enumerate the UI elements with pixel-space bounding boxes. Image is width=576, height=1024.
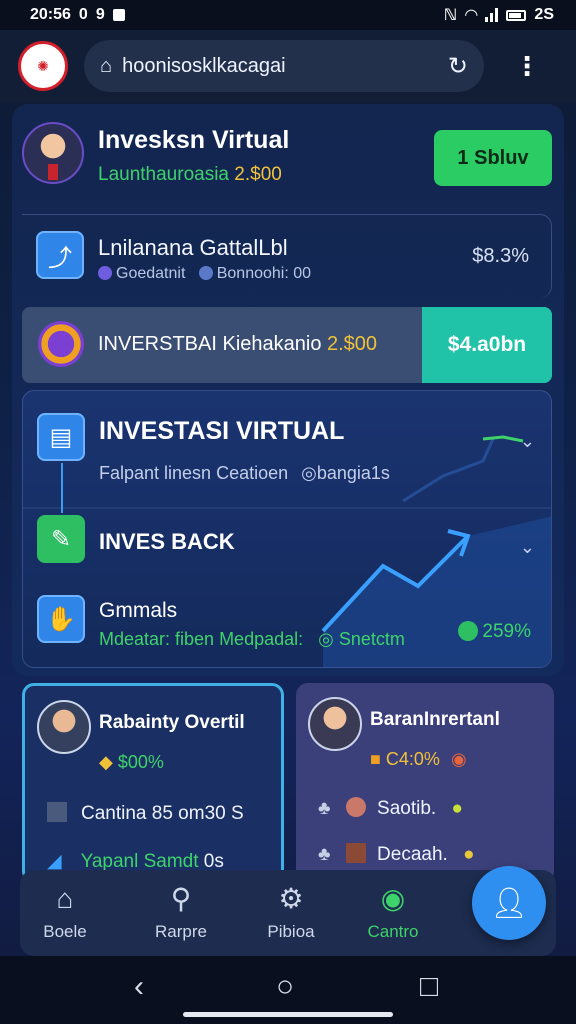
connector-line [61, 463, 63, 513]
profile-amount: 2.$00 [234, 164, 282, 185]
nav-account[interactable]: ◉ Cantro [348, 882, 438, 942]
investment-card: ▤ INVESTASI VIRTUAL ⌄ Falpant linesn Cea… [22, 390, 552, 668]
info-icon: ● [451, 798, 463, 819]
refresh-icon[interactable]: ↻ [448, 52, 468, 81]
returns-percent: 259% [458, 621, 531, 643]
returns-subtitle: Mdeatar: fiben Medpadal: ◎ Snetctm [99, 629, 405, 649]
overflow-menu-icon[interactable]: ⋮ [514, 53, 540, 79]
gear-icon: ⚙ [278, 883, 304, 914]
coin-icon [98, 266, 112, 280]
store-icon [345, 843, 366, 863]
investment-subtitle: Falpant linesn Ceatioen ◎bangia1s [99, 463, 390, 483]
card-left-row-1: Cantina 85 om30 S [47, 802, 244, 825]
home-icon[interactable]: ⌂ [100, 55, 112, 78]
avatar [308, 697, 362, 751]
coin-icon [458, 621, 479, 641]
alert-icon: ◉ [450, 749, 467, 769]
profile-fab-button[interactable]: 👤︎ [472, 866, 546, 940]
url-text[interactable]: hoonisosklkacagai [122, 55, 448, 78]
thumb-icon: ♣ [318, 844, 331, 865]
back-icon[interactable]: ‹ [134, 970, 144, 1004]
user-icon: 👤︎ [489, 886, 529, 920]
clock-icon [198, 266, 213, 280]
capital-subtitle: Goedatnit Bonnoohi: 00 [98, 265, 311, 283]
card-left-value: ◆ $00% [99, 752, 164, 772]
returns-title: Gmmals [99, 599, 178, 622]
browser-toolbar: ✺ ⌂ hoonisosklkacagai ↻ ⋮ [0, 30, 576, 102]
home-indicator[interactable] [183, 1012, 393, 1017]
status-icon-2: 9 [95, 6, 105, 23]
chevron-down-icon[interactable]: ⌄ [520, 431, 535, 452]
clock-icon: ◎ [318, 629, 334, 649]
capital-value: $8.3% [472, 245, 529, 267]
profile-header: Invesksn Virtual Launthauroasia 2.$00 1 … [22, 120, 562, 196]
card-left[interactable]: Rabainty Overtil ◆ $00% Cantina 85 om30 … [22, 683, 284, 883]
card-right-title: BaranInrertanl [370, 709, 500, 730]
handshake-icon: ✋ [37, 595, 85, 643]
home-circle-icon[interactable]: ○ [276, 970, 294, 1004]
status-icon-1: 0 [78, 6, 88, 23]
wifi-icon: ◠ [465, 7, 478, 24]
card-right-row-2: ♣ Decaah. ● [318, 843, 475, 865]
address-bar[interactable]: ⌂ hoonisosklkacagai ↻ [84, 40, 484, 92]
square-icon [47, 802, 67, 822]
document-icon: ▤ [37, 413, 85, 461]
invest-back-label[interactable]: INVES BACK [99, 529, 235, 555]
user-icon [345, 797, 366, 817]
card-right-row-1: ♣ Saotib. ● [318, 797, 463, 819]
banner-button[interactable]: $4.a0bn [422, 307, 552, 383]
recents-icon[interactable]: □ [420, 970, 438, 1004]
status-time: 20:56 [30, 6, 71, 23]
info-icon: ● [463, 844, 475, 865]
nav-settings[interactable]: ⚙ Pibioa [246, 882, 336, 942]
nav-home[interactable]: ⌂ Boele [20, 882, 110, 942]
capital-card[interactable]: ⤴ Lnilanana GattalLbl Goedatnit Bonnoohi… [22, 214, 552, 298]
chevron-down-icon[interactable]: ⌄ [520, 537, 535, 558]
signal-icon [485, 8, 499, 22]
thumb-icon: ♣ [318, 798, 331, 819]
notification-icon [112, 9, 125, 21]
badge-icon: ■ [370, 749, 381, 769]
pencil-icon: ✎ [37, 515, 85, 563]
diamond-icon: ◆ [99, 752, 113, 772]
user-icon: ◉ [380, 883, 406, 914]
tag-icon: ◎ [301, 463, 317, 483]
card-right[interactable]: BaranInrertanl ■ C4:0% ◉ ♣ Saotib. ● ♣ D… [296, 683, 554, 883]
battery-text: 2S [534, 6, 554, 23]
battery-icon [506, 9, 527, 21]
home-icon: ⌂ [56, 883, 74, 914]
status-bar: 20:56 0 9 ℕ ◠ 2S [0, 0, 576, 30]
nav-search[interactable]: ⚲ Rarpre [136, 882, 226, 942]
card-right-value: ■ C4:0% ◉ [370, 749, 467, 769]
chart-icon: ◢ [47, 851, 62, 872]
promo-banner[interactable]: INVERSTBAI Kiehakanio 2.$00 $4.a0bn [22, 307, 552, 383]
profile-title: Invesksn Virtual [98, 126, 290, 154]
nfc-icon: ℕ [443, 7, 458, 24]
chart-trend-icon: ⤴ [36, 231, 84, 279]
card-left-title: Rabainty Overtil [99, 712, 245, 733]
search-icon: ⚲ [170, 883, 192, 914]
profile-subtitle-text: Launthauroasia [98, 164, 229, 185]
target-icon [38, 321, 84, 367]
avatar[interactable] [22, 122, 84, 184]
profile-subtitle: Launthauroasia 2.$00 [98, 164, 282, 186]
investment-title: INVESTASI VIRTUAL [99, 417, 345, 445]
site-logo-icon[interactable]: ✺ [18, 41, 68, 91]
capital-title: Lnilanana GattalLbl [98, 235, 288, 260]
plan-button[interactable]: 1 Sbluv [434, 130, 552, 186]
avatar [37, 700, 91, 754]
banner-text: INVERSTBAI Kiehakanio 2.$00 [98, 333, 378, 355]
